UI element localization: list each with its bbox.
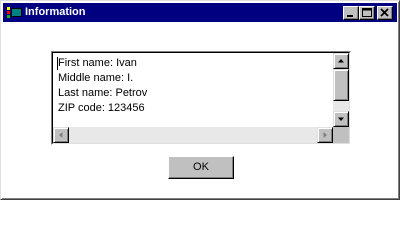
vertical-scroll-thumb[interactable] — [333, 69, 349, 101]
scroll-down-arrow-icon — [338, 117, 344, 121]
ok-button[interactable]: OK — [168, 156, 234, 179]
zip-code-line: ZIP code: 123456 — [58, 102, 145, 114]
scroll-right-button[interactable] — [317, 127, 333, 143]
scrollbar-corner — [333, 127, 349, 143]
minimize-icon — [347, 15, 353, 17]
scroll-left-arrow-icon — [59, 132, 63, 138]
window-title: Information — [25, 6, 86, 18]
title-bar[interactable]: Information — [3, 3, 397, 22]
app-icon[interactable] — [7, 6, 23, 19]
scroll-up-button[interactable] — [333, 53, 349, 69]
scroll-down-button[interactable] — [333, 111, 349, 127]
middle-name-line: Middle name: I. — [58, 72, 134, 84]
horizontal-scrollbar[interactable] — [53, 127, 333, 143]
information-window: Information First name: Ivan Middle name… — [0, 0, 400, 200]
scroll-left-button[interactable] — [53, 127, 69, 143]
scroll-right-arrow-icon — [323, 132, 327, 138]
maximize-button[interactable] — [359, 6, 375, 20]
last-name-line: Last name: Petrov — [58, 87, 148, 99]
text-caret — [57, 57, 58, 70]
close-button[interactable] — [377, 6, 393, 20]
minimize-button[interactable] — [343, 6, 359, 20]
maximize-icon — [362, 8, 372, 17]
info-textarea[interactable]: First name: Ivan Middle name: I. Last na… — [51, 51, 351, 145]
close-icon — [380, 8, 389, 17]
scroll-up-arrow-icon — [338, 59, 344, 63]
vertical-scrollbar[interactable] — [333, 53, 349, 127]
info-text-content[interactable]: First name: Ivan Middle name: I. Last na… — [58, 56, 333, 130]
first-name-line: First name: Ivan — [58, 57, 137, 69]
